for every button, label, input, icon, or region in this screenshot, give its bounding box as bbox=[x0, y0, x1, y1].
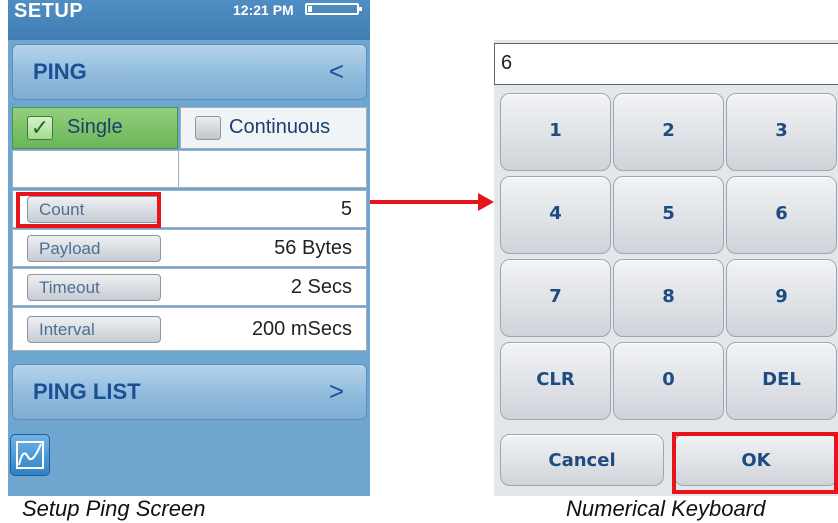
ping-list-header-label: PING LIST bbox=[33, 379, 141, 404]
key-label: 3 bbox=[775, 120, 788, 141]
cancel-button[interactable]: Cancel bbox=[500, 434, 664, 486]
continuous-mode-option[interactable]: Continuous bbox=[180, 107, 367, 149]
continuous-checkbox-icon[interactable] bbox=[195, 116, 221, 140]
timeout-value: 2 Secs bbox=[290, 276, 352, 298]
interval-value: 200 mSecs bbox=[251, 318, 352, 340]
cancel-label: Cancel bbox=[548, 450, 616, 471]
screen-title: SETUP bbox=[14, 0, 84, 22]
single-checkbox-icon[interactable]: ✓ bbox=[27, 116, 53, 140]
ping-list-section-header[interactable]: PING LIST > bbox=[12, 364, 367, 420]
key-label: 0 bbox=[662, 369, 675, 390]
timeout-button[interactable]: Timeout bbox=[27, 274, 161, 301]
key-label: 7 bbox=[549, 286, 562, 307]
key-3[interactable]: 3 bbox=[726, 93, 837, 171]
ping-header-label: PING bbox=[33, 59, 87, 84]
number-input-value: 6 bbox=[501, 52, 513, 74]
ping-section-header[interactable]: PING < bbox=[12, 44, 367, 100]
key-7[interactable]: 7 bbox=[500, 259, 611, 337]
interval-button[interactable]: Interval bbox=[27, 316, 161, 343]
continuous-mode-label: Continuous bbox=[229, 116, 331, 138]
key-2[interactable]: 2 bbox=[613, 93, 724, 171]
payload-button[interactable]: Payload bbox=[27, 235, 161, 262]
payload-label: Payload bbox=[39, 239, 101, 258]
battery-icon bbox=[305, 3, 362, 15]
param-row-interval: Interval 200 mSecs bbox=[12, 307, 367, 351]
interval-label: Interval bbox=[39, 320, 95, 339]
key-6[interactable]: 6 bbox=[726, 176, 837, 254]
arrow-line bbox=[370, 200, 480, 204]
ping-mode-selector: ✓ Single Continuous bbox=[12, 107, 367, 149]
key-label: 8 bbox=[662, 286, 675, 307]
setup-ping-screen: SETUP 12:21 PM PING < ✓ Single Continuou… bbox=[8, 0, 370, 496]
key-0[interactable]: 0 bbox=[613, 342, 724, 420]
clock: 12:21 PM bbox=[233, 2, 294, 18]
clear-key[interactable]: CLR bbox=[500, 342, 611, 420]
key-label: 4 bbox=[549, 203, 562, 224]
empty-cell bbox=[12, 150, 179, 188]
key-4[interactable]: 4 bbox=[500, 176, 611, 254]
status-bar: SETUP 12:21 PM bbox=[8, 0, 370, 40]
key-1[interactable]: 1 bbox=[500, 93, 611, 171]
left-caption: Setup Ping Screen bbox=[22, 496, 206, 521]
collapse-chevron-icon[interactable]: < bbox=[329, 56, 344, 87]
delete-key[interactable]: DEL bbox=[726, 342, 837, 420]
count-value: 5 bbox=[340, 198, 352, 220]
param-row-payload: Payload 56 Bytes bbox=[12, 229, 367, 267]
key-label: 6 bbox=[775, 203, 788, 224]
key-label: CLR bbox=[536, 369, 575, 390]
right-caption: Numerical Keyboard bbox=[566, 496, 766, 521]
arrow-right-icon bbox=[478, 193, 494, 211]
key-label: 9 bbox=[775, 286, 788, 307]
number-input[interactable]: 6 bbox=[494, 43, 838, 85]
payload-value: 56 Bytes bbox=[274, 237, 352, 259]
key-label: DEL bbox=[762, 369, 801, 390]
timeout-label: Timeout bbox=[39, 278, 100, 297]
empty-row bbox=[12, 150, 367, 188]
key-8[interactable]: 8 bbox=[613, 259, 724, 337]
graph-button[interactable] bbox=[10, 434, 50, 476]
numerical-keyboard: 6 1 2 3 4 5 6 7 8 9 CLR 0 DEL Cancel OK bbox=[494, 40, 838, 496]
single-mode-label: Single bbox=[67, 116, 123, 138]
key-5[interactable]: 5 bbox=[613, 176, 724, 254]
key-9[interactable]: 9 bbox=[726, 259, 837, 337]
single-mode-option[interactable]: ✓ Single bbox=[12, 107, 178, 149]
key-label: 1 bbox=[549, 120, 562, 141]
ok-highlight-box bbox=[672, 432, 838, 494]
key-label: 2 bbox=[662, 120, 675, 141]
key-label: 5 bbox=[662, 203, 675, 224]
expand-chevron-icon[interactable]: > bbox=[329, 376, 344, 407]
empty-cell bbox=[178, 150, 367, 188]
param-row-timeout: Timeout 2 Secs bbox=[12, 268, 367, 306]
count-highlight-box bbox=[16, 192, 161, 228]
graph-icon bbox=[16, 441, 44, 469]
